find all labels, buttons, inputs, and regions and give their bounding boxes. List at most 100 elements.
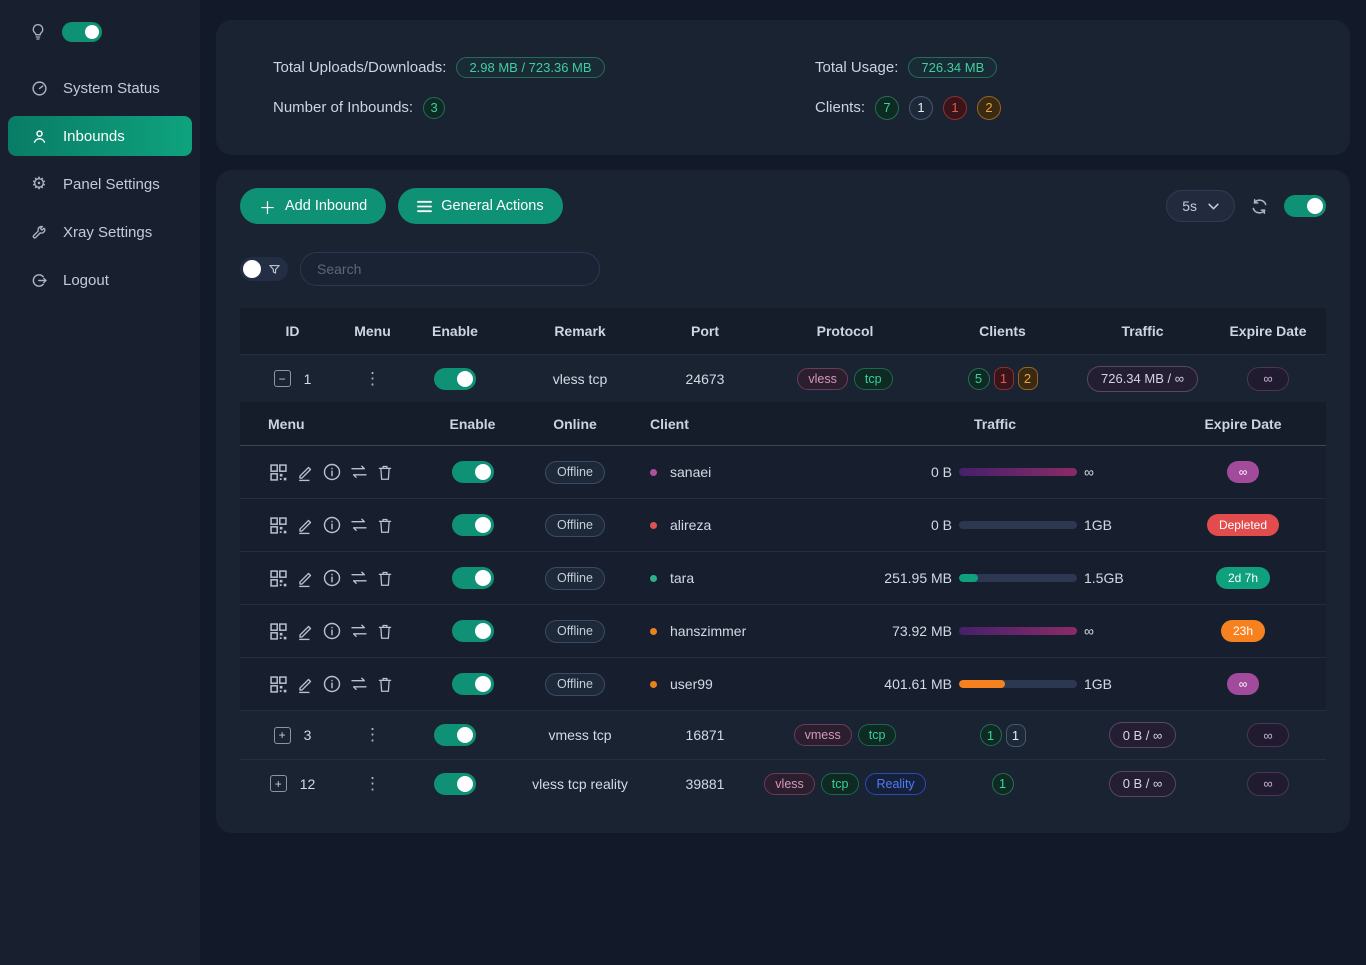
subheader-online: Online [535,416,615,432]
sidebar-item-system-status[interactable]: System Status [0,64,200,112]
row-menu-icon[interactable]: ⋮ [364,369,381,389]
qr-code-icon[interactable] [268,568,289,589]
info-icon[interactable] [322,621,342,641]
delete-icon[interactable] [376,463,394,482]
traffic-badge: 0 B / ∞ [1109,771,1177,797]
inbound-enable-toggle[interactable] [434,368,476,390]
sidebar-item-inbounds[interactable]: Inbounds [8,116,192,156]
protocol-tag: tcp [854,368,893,390]
client-row: Offline sanaei 0 B ∞ ∞ [240,446,1326,499]
info-icon[interactable] [322,674,342,694]
inbound-enable-toggle[interactable] [434,724,476,746]
edit-icon[interactable] [296,569,315,588]
uploads-label: Total Uploads/Downloads: [273,59,446,76]
traffic-limit: 1GB [1084,517,1124,533]
delete-icon[interactable] [376,622,394,641]
theme-toggle[interactable] [62,22,102,42]
edit-icon[interactable] [296,516,315,535]
row-menu-icon[interactable]: ⋮ [364,774,381,794]
qr-code-icon[interactable] [268,621,289,642]
header-expire-date: Expire Date [1210,323,1326,339]
client-enable-toggle[interactable] [452,673,494,695]
edit-icon[interactable] [296,622,315,641]
inbound-remark: vmess tcp [510,727,650,743]
header-traffic: Traffic [1075,323,1210,339]
reset-traffic-icon[interactable] [349,675,369,693]
auto-refresh-knob [1307,198,1323,214]
online-status-badge: Offline [545,514,605,537]
collapse-row-button[interactable]: − [274,370,291,387]
client-enable-toggle[interactable] [452,461,494,483]
general-actions-button[interactable]: General Actions [398,188,562,224]
sidebar: System Status Inbounds ⚙ Panel Settings … [0,0,200,965]
main-content: Total Uploads/Downloads: 2.98 MB / 723.3… [200,0,1366,965]
filter-toggle[interactable] [240,257,288,281]
row-menu-icon[interactable]: ⋮ [364,725,381,745]
delete-icon[interactable] [376,516,394,535]
qr-code-icon[interactable] [268,674,289,695]
info-icon[interactable] [322,568,342,588]
toolbar: ＋ Add Inbound General Actions 5s [240,188,1326,224]
online-status-badge: Offline [545,620,605,643]
header-enable: Enable [400,323,510,339]
edit-icon[interactable] [296,675,315,694]
gear-icon: ⚙ [30,175,48,193]
client-enable-toggle[interactable] [452,567,494,589]
inbound-port: 24673 [650,371,760,387]
search-input[interactable] [300,252,600,286]
inbounds-count-badge: 3 [423,97,445,119]
client-row: Offline alireza 0 B 1GB Depleted [240,499,1326,552]
table-row: + 3 ⋮ vmess tcp 16871 vmess tcp 1 1 0 B … [240,711,1326,759]
stats-clients-row: Clients: 7 1 1 2 [815,96,1001,120]
edit-icon[interactable] [296,463,315,482]
traffic-used: 0 B [866,517,952,533]
info-icon[interactable] [322,515,342,535]
traffic-used: 73.92 MB [866,623,952,639]
sidebar-item-panel-settings[interactable]: ⚙ Panel Settings [0,160,200,208]
client-name: user99 [670,676,713,692]
refresh-interval-select[interactable]: 5s [1166,190,1235,222]
header-id: ID [240,323,345,339]
info-icon[interactable] [322,462,342,482]
delete-icon[interactable] [376,675,394,694]
clients-subtable: Menu Enable Online Client Traffic Expire… [240,402,1326,711]
traffic-bar-fill [959,468,1077,476]
subheader-expire-date: Expire Date [1160,416,1326,432]
refresh-icon[interactable] [1250,197,1269,216]
online-status-badge: Offline [545,461,605,484]
clients-count-badge: 1 [980,724,1002,746]
wrench-icon [30,223,48,241]
inbound-remark: vless tcp reality [510,776,650,792]
chevron-down-icon [1208,203,1219,210]
general-actions-label: General Actions [441,198,543,214]
sidebar-nav: System Status Inbounds ⚙ Panel Settings … [0,64,200,304]
reset-traffic-icon[interactable] [349,569,369,587]
reset-traffic-icon[interactable] [349,516,369,534]
inbound-enable-toggle[interactable] [434,773,476,795]
qr-code-icon[interactable] [268,515,289,536]
uploads-value-badge: 2.98 MB / 723.36 MB [456,57,604,78]
sidebar-item-label: Xray Settings [63,224,152,241]
qr-code-icon[interactable] [268,462,289,483]
online-status-badge: Offline [545,567,605,590]
reset-traffic-icon[interactable] [349,463,369,481]
protocol-tag: vmess [794,724,852,746]
protocol-tag: tcp [821,773,860,795]
client-status-dot [650,575,657,582]
reset-traffic-icon[interactable] [349,622,369,640]
sidebar-item-xray-settings[interactable]: Xray Settings [0,208,200,256]
auto-refresh-toggle[interactable] [1284,195,1326,217]
client-enable-toggle[interactable] [452,514,494,536]
client-enable-toggle[interactable] [452,620,494,642]
protocol-tag: vless [797,368,847,390]
add-inbound-button[interactable]: ＋ Add Inbound [240,188,386,224]
toggle-knob [475,517,491,533]
sidebar-item-logout[interactable]: Logout [0,256,200,304]
client-row: Offline user99 401.61 MB 1GB ∞ [240,658,1326,711]
header-protocol: Protocol [760,323,930,339]
clients-badge-expiring: 2 [977,96,1001,120]
delete-icon[interactable] [376,569,394,588]
expand-row-button[interactable]: + [270,775,287,792]
expand-row-button[interactable]: + [274,727,291,744]
stats-card: Total Uploads/Downloads: 2.98 MB / 723.3… [216,20,1350,155]
